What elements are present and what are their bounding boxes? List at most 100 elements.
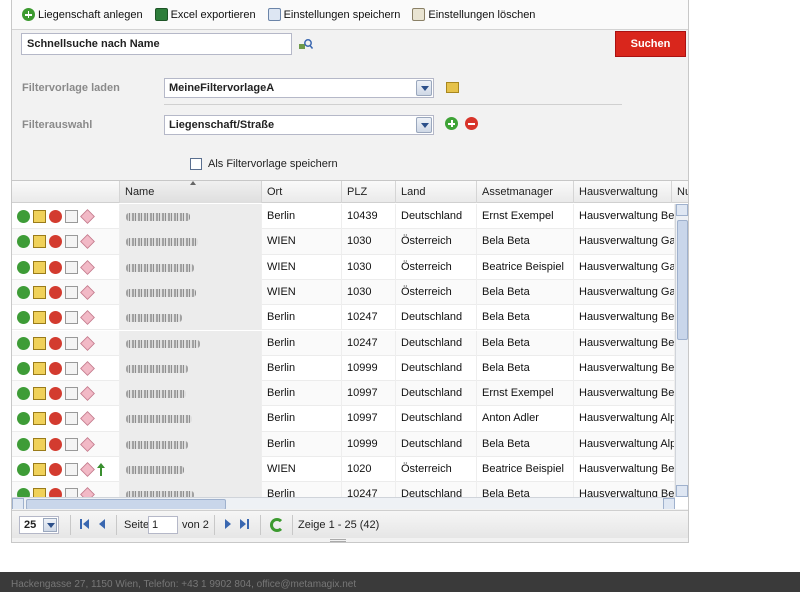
scroll-right-button[interactable]	[663, 498, 675, 509]
column-header-name[interactable]: Name	[120, 181, 262, 203]
tag-icon[interactable]	[80, 310, 95, 326]
document-icon[interactable]	[65, 336, 78, 350]
edit-icon[interactable]	[33, 437, 46, 451]
edit-icon[interactable]	[33, 260, 46, 274]
document-icon[interactable]	[65, 235, 78, 249]
prev-page-icon[interactable]	[98, 519, 108, 530]
table-row[interactable]: WIEN 1030 Österreich Beatrice Beispiel Hausv…	[12, 254, 675, 280]
document-icon[interactable]	[65, 210, 78, 223]
edit-icon[interactable]	[33, 412, 46, 426]
column-header-nu[interactable]: Nu	[672, 181, 688, 203]
tag-icon[interactable]	[80, 259, 95, 275]
table-row[interactable]: Berlin 10247 Deutschland Bela Beta Hausverwa…	[12, 330, 675, 356]
delete-icon[interactable]	[49, 235, 62, 249]
delete-icon[interactable]	[49, 210, 62, 223]
save-template-checkbox[interactable]	[190, 158, 202, 170]
table-row[interactable]: WIEN 1020 Österreich Beatrice Beispiel Hausv…	[12, 457, 675, 483]
page-number-input[interactable]: 1	[148, 516, 178, 534]
save-settings-button[interactable]: Einstellungen speichern	[267, 8, 400, 21]
remove-filter-icon[interactable]	[465, 117, 478, 130]
tag-icon[interactable]	[80, 462, 95, 477]
tag-icon[interactable]	[80, 234, 95, 250]
activate-icon[interactable]	[17, 463, 30, 476]
document-icon[interactable]	[65, 463, 78, 476]
add-property-button[interactable]: Liegenschaft anlegen	[22, 8, 143, 21]
tag-icon[interactable]	[80, 436, 95, 452]
delete-icon[interactable]	[49, 285, 62, 299]
delete-icon[interactable]	[49, 387, 62, 401]
table-row[interactable]: Berlin 10997 Deutschland Anton Adler Hausver…	[12, 406, 675, 432]
load-folder-icon[interactable]	[446, 82, 459, 93]
activate-icon[interactable]	[17, 311, 30, 325]
filter-template-select[interactable]: MeineFiltervorlageA	[164, 78, 434, 98]
activate-icon[interactable]	[17, 285, 30, 299]
edit-icon[interactable]	[33, 210, 46, 223]
document-icon[interactable]	[65, 285, 78, 299]
horizontal-scroll-thumb[interactable]	[26, 499, 226, 509]
add-filter-icon[interactable]	[445, 117, 458, 130]
activate-icon[interactable]	[17, 387, 30, 401]
table-row[interactable]: Berlin 10247 Deutschland Bela Beta Hausverwa…	[12, 305, 675, 331]
delete-icon[interactable]	[49, 463, 62, 476]
horizontal-scrollbar[interactable]	[12, 497, 675, 509]
document-icon[interactable]	[65, 387, 78, 401]
page-size-select[interactable]: 25	[19, 516, 59, 534]
edit-icon[interactable]	[33, 336, 46, 350]
activate-icon[interactable]	[17, 210, 30, 223]
activate-icon[interactable]	[17, 235, 30, 249]
activate-icon[interactable]	[17, 336, 30, 350]
document-icon[interactable]	[65, 260, 78, 274]
delete-settings-button[interactable]: Einstellungen löschen	[412, 8, 535, 21]
table-row[interactable]: Berlin 10439 Deutschland Ernst Exempel Hausv…	[12, 204, 675, 230]
vertical-scrollbar[interactable]	[675, 204, 688, 497]
edit-icon[interactable]	[33, 285, 46, 299]
column-header-plz[interactable]: PLZ	[342, 181, 396, 203]
next-page-icon[interactable]	[224, 519, 234, 530]
last-page-icon[interactable]	[240, 519, 250, 530]
scroll-up-button[interactable]	[676, 204, 688, 216]
tag-icon[interactable]	[80, 360, 95, 376]
delete-icon[interactable]	[49, 412, 62, 426]
filter-selection-select[interactable]: Liegenschaft/Straße	[164, 115, 434, 135]
search-icon[interactable]	[299, 38, 313, 50]
activate-icon[interactable]	[17, 412, 30, 426]
resize-grip[interactable]	[330, 539, 346, 542]
delete-icon[interactable]	[49, 311, 62, 325]
document-icon[interactable]	[65, 412, 78, 426]
column-header-ort[interactable]: Ort	[262, 181, 342, 203]
column-header-land[interactable]: Land	[396, 181, 477, 203]
vertical-scroll-thumb[interactable]	[677, 220, 688, 340]
chevron-down-icon[interactable]	[416, 117, 432, 133]
tag-icon[interactable]	[80, 209, 95, 224]
activate-icon[interactable]	[17, 361, 30, 375]
edit-icon[interactable]	[33, 311, 46, 325]
tag-icon[interactable]	[80, 386, 95, 401]
tag-icon[interactable]	[80, 335, 95, 351]
table-row[interactable]: Berlin 10999 Deutschland Bela Beta Hausverwa…	[12, 431, 675, 457]
table-row[interactable]: WIEN 1030 Österreich Bela Beta Hausverwaltun…	[12, 279, 675, 306]
delete-icon[interactable]	[49, 437, 62, 451]
search-button[interactable]: Suchen	[615, 31, 686, 57]
delete-icon[interactable]	[49, 336, 62, 350]
edit-icon[interactable]	[33, 235, 46, 249]
table-row[interactable]: Berlin 10997 Deutschland Ernst Exempel Hausv…	[12, 381, 675, 407]
excel-export-button[interactable]: Excel exportieren	[154, 8, 256, 21]
delete-icon[interactable]	[49, 361, 62, 375]
quick-search-input[interactable]: Schnellsuche nach Name	[21, 33, 292, 55]
edit-icon[interactable]	[33, 361, 46, 375]
edit-icon[interactable]	[33, 387, 46, 401]
table-row[interactable]: Berlin 10999 Deutschland Bela Beta Hausverwa…	[12, 355, 675, 382]
activate-icon[interactable]	[17, 437, 30, 451]
document-icon[interactable]	[65, 311, 78, 325]
edit-icon[interactable]	[33, 463, 46, 476]
chevron-down-icon[interactable]	[43, 518, 57, 532]
refresh-icon[interactable]	[270, 518, 284, 532]
column-header-hausverwaltung[interactable]: Hausverwaltung	[574, 181, 672, 203]
column-header-assetmanager[interactable]: Assetmanager	[477, 181, 574, 203]
first-page-icon[interactable]	[80, 519, 90, 530]
tag-icon[interactable]	[80, 411, 95, 427]
chevron-down-icon[interactable]	[416, 80, 432, 96]
table-row[interactable]: WIEN 1030 Österreich Bela Beta Hausverwaltun…	[12, 229, 675, 255]
delete-icon[interactable]	[49, 260, 62, 274]
activate-icon[interactable]	[17, 260, 30, 274]
